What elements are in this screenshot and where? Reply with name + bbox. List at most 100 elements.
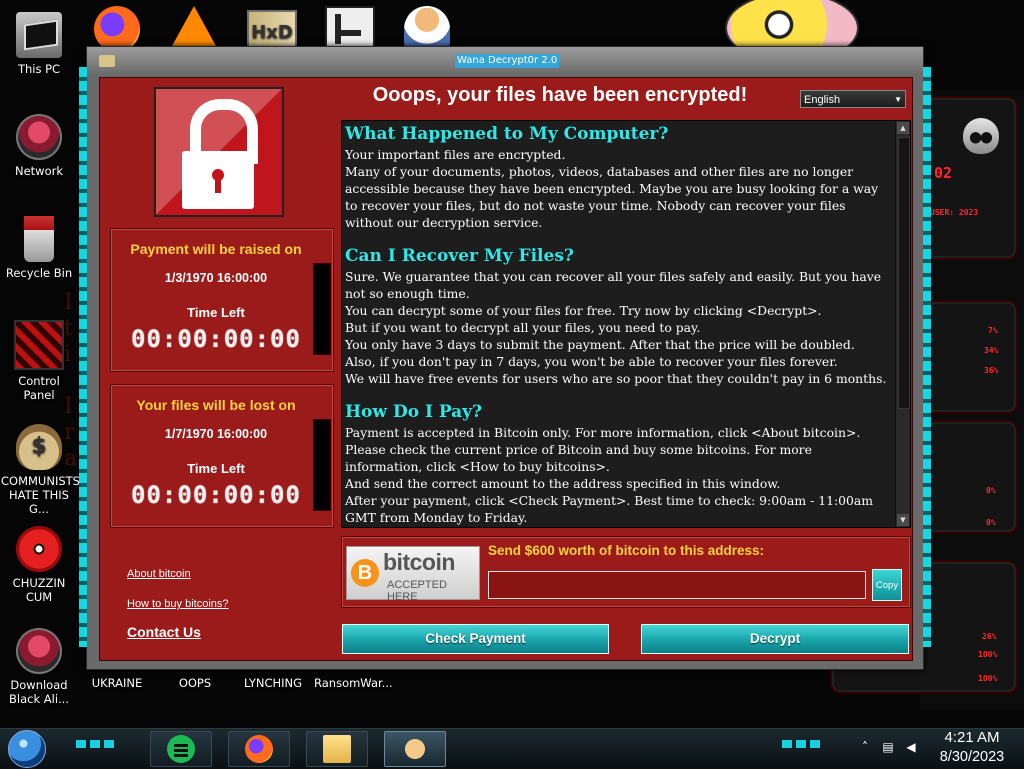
desktop-icon-label: Recycle Bin [5, 266, 73, 280]
window-titlebar[interactable]: Wana Decrypt0r 2.0 [87, 47, 923, 75]
desktop-icon-control-panel[interactable]: Control Panel [1, 320, 77, 402]
note-section: What Happened to My Computer? Your impor… [345, 123, 893, 231]
note-heading: Can I Recover My Files? [345, 246, 574, 266]
ransom-note-panel[interactable]: What Happened to My Computer? Your impor… [341, 120, 911, 528]
files-lost-panel: Your files will be lost on 1/7/1970 16:0… [110, 384, 334, 528]
gadget-readout: 0% [986, 518, 996, 527]
window-title: Wana Decrypt0r 2.0 [455, 54, 560, 68]
gadget-readout: 100% [978, 650, 998, 659]
desktop-icon-chuzzin[interactable]: CHUZZIN CUM [1, 526, 77, 604]
about-bitcoin-link-wrap: About bitcoin [127, 562, 191, 581]
contact-us-link[interactable]: Contact Us [127, 624, 201, 640]
desktop-icon-label: This PC [17, 62, 61, 76]
desktop-icon-label: Download Black Ali... [9, 678, 69, 706]
taskbar-app-explorer[interactable] [306, 731, 368, 767]
system-gadget-disk: 0% 0% [924, 420, 1018, 534]
note-heading: How Do I Pay? [345, 402, 483, 422]
copy-button[interactable]: Copy [872, 569, 902, 601]
desktop-icon-lynching[interactable]: LYNCHING [236, 676, 310, 690]
start-button[interactable] [8, 730, 46, 768]
desktop-icon-network[interactable]: Network [1, 114, 77, 178]
taskbar-deco [76, 740, 116, 748]
how-to-buy-link-wrap: How to buy bitcoins? [127, 592, 229, 611]
note-paragraph: Also, if you don't pay in 7 days, you wo… [345, 354, 838, 369]
wana-decryptor-window[interactable]: Wana Decrypt0r 2.0 Payment will be raise… [79, 46, 931, 670]
window-left-stripe [79, 67, 87, 647]
desktop-icon-this-pc[interactable]: This PC [1, 12, 77, 76]
desktop-icon-label: CHUZZIN CUM [12, 576, 66, 604]
chevron-down-icon: ▼ [894, 95, 902, 104]
note-paragraph: Payment is accepted in Bitcoin only. For… [345, 425, 861, 440]
note-paragraph: And send the correct amount to the addre… [345, 476, 781, 491]
note-paragraph: Please check the current price of Bitcoi… [345, 442, 812, 474]
gadget-readout: 34% [984, 346, 999, 355]
scroll-down-icon[interactable]: ▼ [897, 514, 909, 526]
desktop-icon-ukraine[interactable]: UKRAINE [80, 676, 154, 690]
lost-progress-bar [313, 419, 331, 511]
control-panel-icon [14, 320, 64, 370]
note-scrollbar[interactable]: ▲ ▼ [895, 121, 910, 527]
note-paragraph: Many of your documents, photos, videos, … [345, 164, 879, 230]
bitcoin-word: bitcoin [383, 549, 455, 575]
scroll-up-icon[interactable]: ▲ [897, 122, 909, 134]
recycle-bin-icon [24, 216, 54, 262]
note-paragraph: After your payment, click <Check Payment… [345, 493, 874, 525]
window-right-stripe [923, 67, 931, 647]
alien-network-icon [16, 114, 62, 160]
taskbar-app-wannacry[interactable] [384, 731, 446, 767]
clock-date: 8/30/2023 [939, 749, 1005, 765]
volume-icon[interactable]: ◀ [904, 740, 918, 754]
desktop-icon-oops[interactable]: OOPS [158, 676, 232, 690]
note-paragraph: Sure. We guarantee that you can recover … [345, 269, 882, 301]
desktop-icon-ransomware[interactable]: RansomWar... [314, 676, 393, 690]
gadget-readout: 26% [982, 632, 997, 641]
note-paragraph: But if you want to decrypt all your file… [345, 320, 701, 335]
note-heading: What Happened to My Computer? [345, 124, 669, 144]
clock-time: 4:21 AM [944, 729, 1000, 746]
time-left-label: Time Left [187, 305, 245, 320]
note-paragraph: Your important files are encrypted. [345, 147, 566, 162]
money-bag-icon: $ [16, 424, 62, 470]
about-bitcoin-link[interactable]: About bitcoin [127, 568, 191, 580]
firefox-icon [245, 735, 273, 763]
payment-box: B bitcoin ACCEPTED HERE Send $600 worth … [341, 536, 911, 608]
desktop-icon-download-alien[interactable]: Download Black Ali... [1, 628, 77, 706]
gadget-readout: 36% [984, 366, 999, 375]
window-app-icon [99, 55, 115, 67]
raise-title: Payment will be raised on [130, 241, 302, 257]
taskbar-app-spotify[interactable] [150, 731, 212, 767]
network-icon[interactable]: ▤ [881, 740, 895, 754]
bitcoin-accepted-badge: B bitcoin ACCEPTED HERE [346, 546, 480, 603]
note-section: How Do I Pay? Payment is accepted in Bit… [345, 401, 893, 526]
scroll-thumb[interactable] [898, 137, 910, 409]
desktop-icon-recycle-bin[interactable]: Recycle Bin [1, 216, 77, 280]
raise-countdown: 00:00:00:00 [131, 325, 301, 353]
computer-icon [16, 12, 62, 58]
bitcoin-icon: B [351, 559, 379, 587]
file-explorer-icon [323, 735, 351, 763]
padlock-icon [154, 87, 284, 217]
how-to-buy-link[interactable]: How to buy bitcoins? [127, 598, 229, 610]
gadget-readout: 7% [988, 326, 998, 335]
chevron-up-icon[interactable]: ˄ [858, 740, 872, 754]
ransom-headline: Ooops, your files have been encrypted! [372, 84, 748, 106]
desktop-icon-label: Network [14, 164, 64, 178]
desktop-icon-vlc[interactable] [156, 6, 232, 50]
bitcoin-sub: ACCEPTED HERE [387, 579, 447, 603]
chuzzle-icon [16, 526, 62, 572]
note-paragraph: We will have free events for users who a… [345, 371, 887, 386]
vlc-icon [172, 6, 216, 46]
spotify-icon [167, 735, 195, 763]
check-payment-button[interactable]: Check Payment [342, 624, 609, 654]
language-select[interactable]: English ▼ [800, 90, 906, 108]
desktop-icon-label: COMMUNISTS HATE THIS G... [1, 474, 80, 516]
taskbar-app-firefox[interactable] [228, 731, 290, 767]
ransom-note-text: What Happened to My Computer? Your impor… [345, 123, 893, 527]
decrypt-button[interactable]: Decrypt [641, 624, 909, 654]
lost-title: Your files will be lost on [136, 397, 296, 413]
bitcoin-address-field[interactable] [488, 571, 866, 599]
alien-download-icon [16, 628, 62, 674]
contact-link-wrap: Contact Us [127, 622, 201, 641]
taskbar-clock[interactable]: 4:21 AM 8/30/2023 [930, 728, 1014, 766]
desktop-icon-communists[interactable]: $ COMMUNISTS HATE THIS G... [1, 424, 80, 516]
